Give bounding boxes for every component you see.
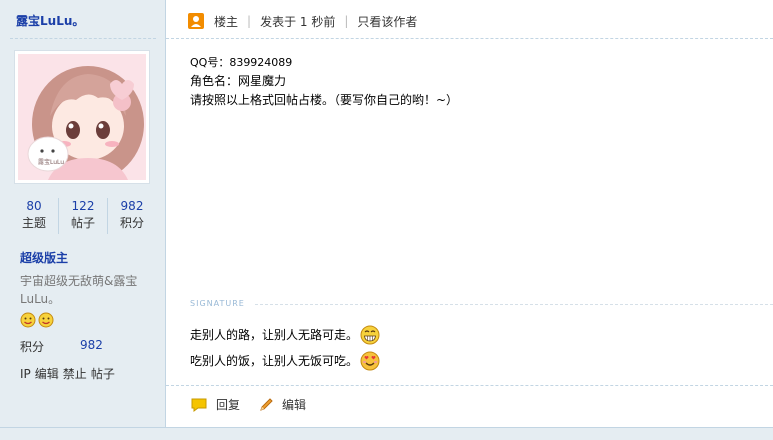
post-actions: 回复 编辑 bbox=[190, 396, 324, 413]
header-separator: | bbox=[344, 14, 349, 28]
admin-link-ban[interactable]: 禁止 bbox=[63, 367, 87, 381]
smiley-icon bbox=[20, 312, 36, 328]
reply-label: 回复 bbox=[216, 398, 241, 412]
avatar-badge-text: 露宝LuLu bbox=[38, 158, 64, 166]
stat-posts[interactable]: 122 帖子 bbox=[59, 198, 108, 234]
name-divider bbox=[10, 38, 156, 39]
edit-button[interactable]: 编辑 bbox=[258, 396, 306, 413]
admin-link-edit[interactable]: 编辑 bbox=[35, 367, 59, 381]
signature-divider bbox=[255, 304, 773, 305]
bottom-bar bbox=[0, 427, 773, 440]
author-user-icon bbox=[188, 13, 204, 29]
avatar[interactable]: 露宝LuLu bbox=[14, 50, 150, 184]
signature-text: 走别人的路，让别人无路可走。 bbox=[190, 328, 359, 342]
medals bbox=[20, 312, 56, 331]
author-label: 楼主 bbox=[214, 14, 239, 29]
reply-icon bbox=[191, 398, 207, 412]
content-line: QQ号：839924089 bbox=[190, 56, 293, 69]
avatar-image: 露宝LuLu bbox=[18, 54, 146, 180]
header-divider bbox=[166, 38, 773, 39]
signature-line: 走别人的路，让别人无路可走。 bbox=[190, 322, 380, 348]
reply-button[interactable]: 回复 bbox=[190, 396, 240, 413]
stat-credits[interactable]: 982 积分 bbox=[108, 198, 156, 234]
signature-title: SIGNATURE bbox=[190, 299, 245, 308]
post-header: 楼主 | 发表于 1 秒前 | 只看该作者 bbox=[188, 12, 417, 30]
signature-text: 吃别人的饭，让别人无饭可吃。 bbox=[190, 354, 359, 368]
content-line: 角色名：网星魔力 bbox=[190, 74, 287, 88]
admin-link-ip[interactable]: IP bbox=[20, 367, 31, 381]
stat-posts-value[interactable]: 122 bbox=[59, 198, 107, 215]
stat-posts-label: 帖子 bbox=[70, 216, 95, 230]
author-sidebar: 露宝LuLu。 露宝LuLu 80 主题 122 帖子 982 积分 超级版主 … bbox=[0, 0, 166, 439]
author-username-link[interactable]: 露宝LuLu。 bbox=[16, 12, 84, 29]
credit-row: 积分 982 bbox=[20, 338, 140, 355]
signature: 走别人的路，让别人无路可走。 吃别人的饭，让别人无饭可吃。 bbox=[190, 322, 380, 374]
header-separator: | bbox=[247, 14, 252, 28]
credit-value[interactable]: 982 bbox=[80, 338, 103, 352]
smiley-icon bbox=[38, 312, 54, 328]
content-line: 请按照以上格式回帖占楼。（要写你自己的哟！~） bbox=[190, 93, 459, 107]
stat-credits-label: 积分 bbox=[119, 216, 144, 230]
credit-label: 积分 bbox=[20, 340, 45, 354]
pencil-icon bbox=[260, 397, 273, 411]
signature-line: 吃别人的饭，让别人无饭可吃。 bbox=[190, 348, 380, 374]
stat-credits-value[interactable]: 982 bbox=[108, 198, 156, 215]
author-stats: 80 主题 122 帖子 982 积分 bbox=[10, 198, 156, 234]
user-bio: 宇宙超级无敌萌&露宝LuLu。 bbox=[20, 274, 138, 306]
edit-label: 编辑 bbox=[282, 398, 307, 412]
post-time: 发表于 1 秒前 bbox=[260, 14, 336, 29]
user-group-link[interactable]: 超级版主 bbox=[20, 249, 68, 266]
stat-threads-value[interactable]: 80 bbox=[10, 198, 58, 215]
footer-divider bbox=[166, 385, 773, 386]
heart-eyes-emoji-icon bbox=[360, 351, 380, 371]
admin-links: IP 编辑 禁止 帖子 bbox=[20, 365, 119, 382]
post-content: QQ号：839924089 角色名：网星魔力 请按照以上格式回帖占楼。（要写你自… bbox=[190, 53, 458, 110]
stat-threads[interactable]: 80 主题 bbox=[10, 198, 59, 234]
only-author-link[interactable]: 只看该作者 bbox=[357, 13, 417, 30]
stat-threads-label: 主题 bbox=[21, 216, 46, 230]
admin-link-posts[interactable]: 帖子 bbox=[91, 367, 115, 381]
grin-emoji-icon bbox=[360, 325, 380, 345]
